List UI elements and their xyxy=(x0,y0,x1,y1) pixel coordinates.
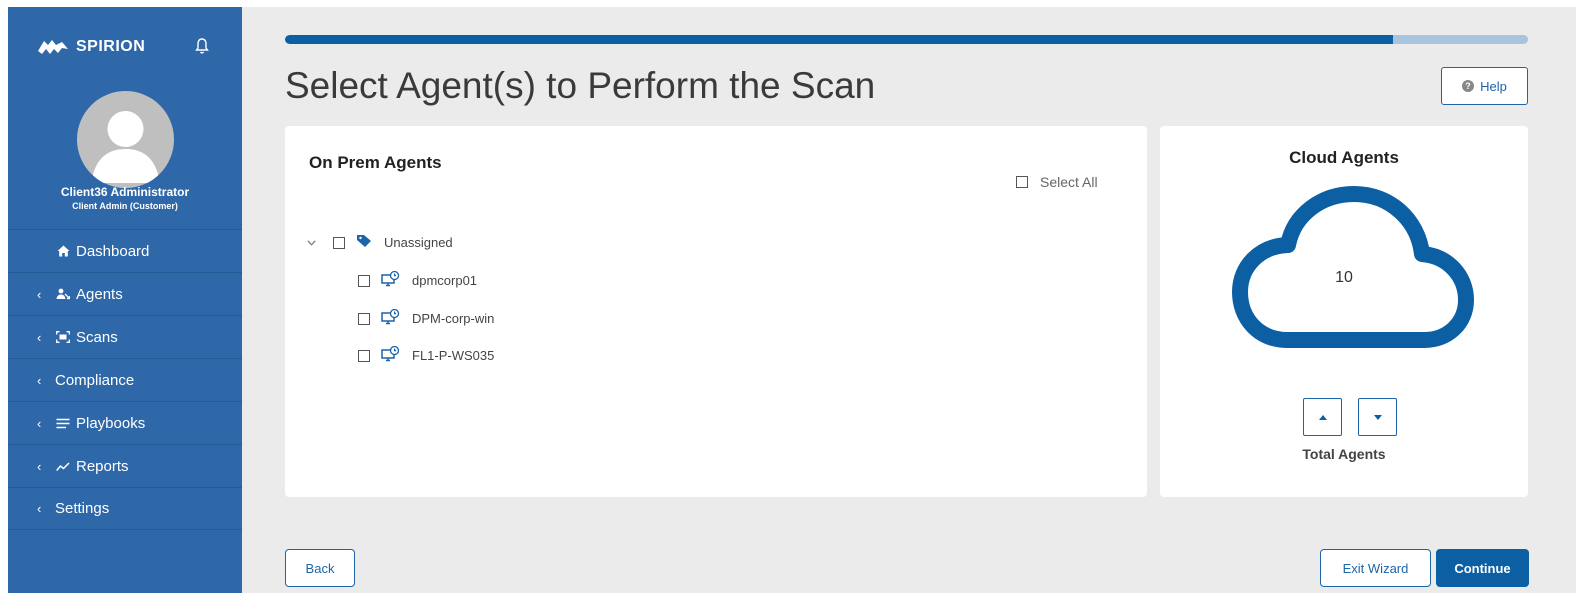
sidebar-item-label: Playbooks xyxy=(76,414,146,432)
playbooks-icon xyxy=(55,416,71,430)
caret-up-icon xyxy=(1318,414,1327,420)
reports-icon xyxy=(55,459,71,473)
avatar[interactable] xyxy=(77,91,174,188)
agent-name: dpmcorp01 xyxy=(412,273,478,288)
agent-row[interactable]: FL1-P-WS035 xyxy=(358,345,495,365)
bell-icon[interactable] xyxy=(194,37,210,55)
cloud-icon xyxy=(1232,186,1474,348)
on-prem-title: On Prem Agents xyxy=(309,153,442,172)
progress-fill xyxy=(285,35,1393,44)
sidebar-item-settings[interactable]: ‹ Settings xyxy=(8,487,242,530)
agent-computer-icon xyxy=(381,345,400,365)
sidebar-item-dashboard[interactable]: Dashboard xyxy=(8,229,242,272)
exit-wizard-button[interactable]: Exit Wizard xyxy=(1320,549,1431,587)
wizard-progress-bar xyxy=(285,35,1528,44)
agent-checkbox[interactable] xyxy=(358,349,370,362)
caret-down-icon xyxy=(1373,414,1382,420)
sidebar-item-label: Agents xyxy=(76,285,123,303)
group-label: Unassigned xyxy=(384,235,453,250)
cloud-agent-count[interactable]: 10 xyxy=(1160,269,1528,287)
continue-button[interactable]: Continue xyxy=(1436,549,1529,587)
home-icon xyxy=(55,244,71,258)
chevron-left-icon: ‹ xyxy=(37,415,42,431)
sidebar-item-reports[interactable]: ‹ Reports xyxy=(8,444,242,487)
cloud-agents-title: Cloud Agents xyxy=(1289,148,1399,167)
chevron-left-icon: ‹ xyxy=(37,329,42,345)
agent-name: DPM-corp-win xyxy=(412,311,495,326)
help-button[interactable]: ? Help xyxy=(1441,67,1528,105)
user-role: Client Admin (Customer) xyxy=(72,201,178,211)
agent-checkbox[interactable] xyxy=(358,274,370,287)
agent-name: FL1-P-WS035 xyxy=(412,348,495,363)
sidebar-item-label: Dashboard xyxy=(76,242,150,260)
checkbox-icon[interactable] xyxy=(1016,176,1028,188)
brand-name: SPIRION xyxy=(76,38,146,55)
brand-logo[interactable]: SPIRION xyxy=(36,35,145,59)
page-title: Select Agent(s) to Perform the Scan xyxy=(285,65,876,106)
select-all-label: Select All xyxy=(1040,174,1098,190)
agent-row[interactable]: dpmcorp01 xyxy=(358,270,478,290)
sidebar-item-compliance[interactable]: ‹ Compliance xyxy=(8,358,242,401)
tree-group-unassigned[interactable]: Unassigned xyxy=(307,234,453,251)
on-prem-agents-card: On Prem Agents Select All Unassigned dpm… xyxy=(285,126,1147,497)
agent-row[interactable]: DPM-corp-win xyxy=(358,308,495,328)
tag-icon xyxy=(356,234,372,251)
user-name: Client36 Administrator xyxy=(60,185,190,199)
sidebar-item-scans[interactable]: ‹ Scans xyxy=(8,315,242,358)
help-label: Help xyxy=(1480,78,1507,94)
select-all-checkbox[interactable]: Select All xyxy=(1016,174,1098,190)
group-checkbox[interactable] xyxy=(333,236,345,249)
sidebar-item-label: Compliance xyxy=(55,371,135,389)
spirion-logo-icon xyxy=(38,40,68,54)
scan-icon xyxy=(55,330,71,344)
agent-checkbox[interactable] xyxy=(358,312,370,325)
chevron-left-icon: ‹ xyxy=(37,458,42,474)
agent-computer-icon xyxy=(381,308,400,328)
question-circle-icon: ? xyxy=(1462,80,1475,92)
agent-computer-icon xyxy=(381,270,400,290)
increment-button[interactable] xyxy=(1303,398,1342,436)
back-button[interactable]: Back xyxy=(285,549,355,587)
app-frame: SPIRION Client36 Administrator Client Ad… xyxy=(8,7,1576,593)
chevron-down-icon[interactable] xyxy=(307,237,319,249)
sidebar-nav: Dashboard ‹ Agents ‹ Scans ‹ Compliance xyxy=(8,229,242,530)
sidebar-item-label: Scans xyxy=(76,328,118,346)
agents-icon xyxy=(55,287,71,301)
decrement-button[interactable] xyxy=(1358,398,1397,436)
chevron-left-icon: ‹ xyxy=(37,501,42,516)
svg-text:?: ? xyxy=(1465,81,1471,91)
total-agents-label: Total Agents xyxy=(1302,446,1386,462)
sidebar-item-agents[interactable]: ‹ Agents xyxy=(8,272,242,315)
sidebar: SPIRION Client36 Administrator Client Ad… xyxy=(8,7,242,593)
chevron-left-icon: ‹ xyxy=(37,372,42,388)
chevron-left-icon: ‹ xyxy=(37,286,42,302)
cloud-agents-card: Cloud Agents 10 Total Agents xyxy=(1160,126,1528,497)
sidebar-item-label: Reports xyxy=(76,457,129,475)
sidebar-item-playbooks[interactable]: ‹ Playbooks xyxy=(8,401,242,444)
user-silhouette-icon xyxy=(91,111,160,183)
sidebar-item-label: Settings xyxy=(55,500,110,517)
